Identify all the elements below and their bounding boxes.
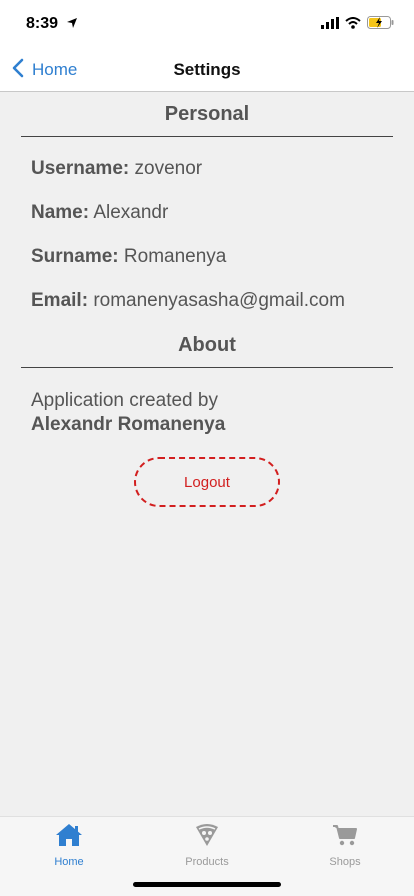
logout-button[interactable]: Logout — [134, 457, 280, 507]
email-value: romanenyasasha@gmail.com — [93, 290, 345, 311]
about-created-by: Application created by — [31, 390, 218, 411]
name-field: Name: Alexandr — [31, 202, 168, 224]
surname-value: Romanenya — [123, 246, 227, 267]
username-label: Username: — [31, 158, 130, 179]
page-title: Settings — [173, 60, 241, 79]
tab-shops-label: Shops — [329, 856, 361, 868]
username-value: zovenor — [134, 158, 203, 179]
about-author: Alexandr Romanenya — [31, 414, 226, 435]
tab-products-label: Products — [185, 856, 229, 868]
status-icons — [321, 16, 394, 34]
navigation-bar: Home Settings — [0, 48, 414, 92]
surname-field: Surname: Romanenya — [31, 246, 226, 268]
tab-shops[interactable]: Shops — [276, 823, 414, 875]
status-time: 8:39 — [26, 15, 59, 32]
location-arrow-icon — [66, 16, 78, 34]
house-icon — [55, 823, 83, 852]
tab-home-label: Home — [54, 856, 84, 868]
section-header-personal: Personal — [21, 93, 393, 137]
tab-home[interactable]: Home — [0, 823, 138, 875]
surname-label: Surname: — [31, 246, 119, 267]
home-indicator — [133, 882, 281, 887]
about-credit: Application created by Alexandr Romaneny… — [31, 389, 225, 437]
status-bar: 8:39 — [0, 0, 414, 48]
email-label: Email: — [31, 290, 89, 311]
name-label: Name: — [31, 202, 90, 223]
wifi-icon — [345, 16, 361, 34]
pizza-icon — [194, 823, 220, 852]
section-header-about: About — [21, 334, 393, 368]
cart-icon — [332, 823, 358, 852]
battery-charging-icon — [367, 16, 394, 34]
username-field: Username: zovenor — [31, 158, 202, 180]
signal-icon — [321, 16, 339, 34]
name-value: Alexandr — [93, 202, 169, 223]
tab-products[interactable]: Products — [138, 823, 276, 875]
email-field: Email: romanenyasasha@gmail.com — [31, 290, 345, 312]
settings-content: Personal — [0, 93, 414, 137]
